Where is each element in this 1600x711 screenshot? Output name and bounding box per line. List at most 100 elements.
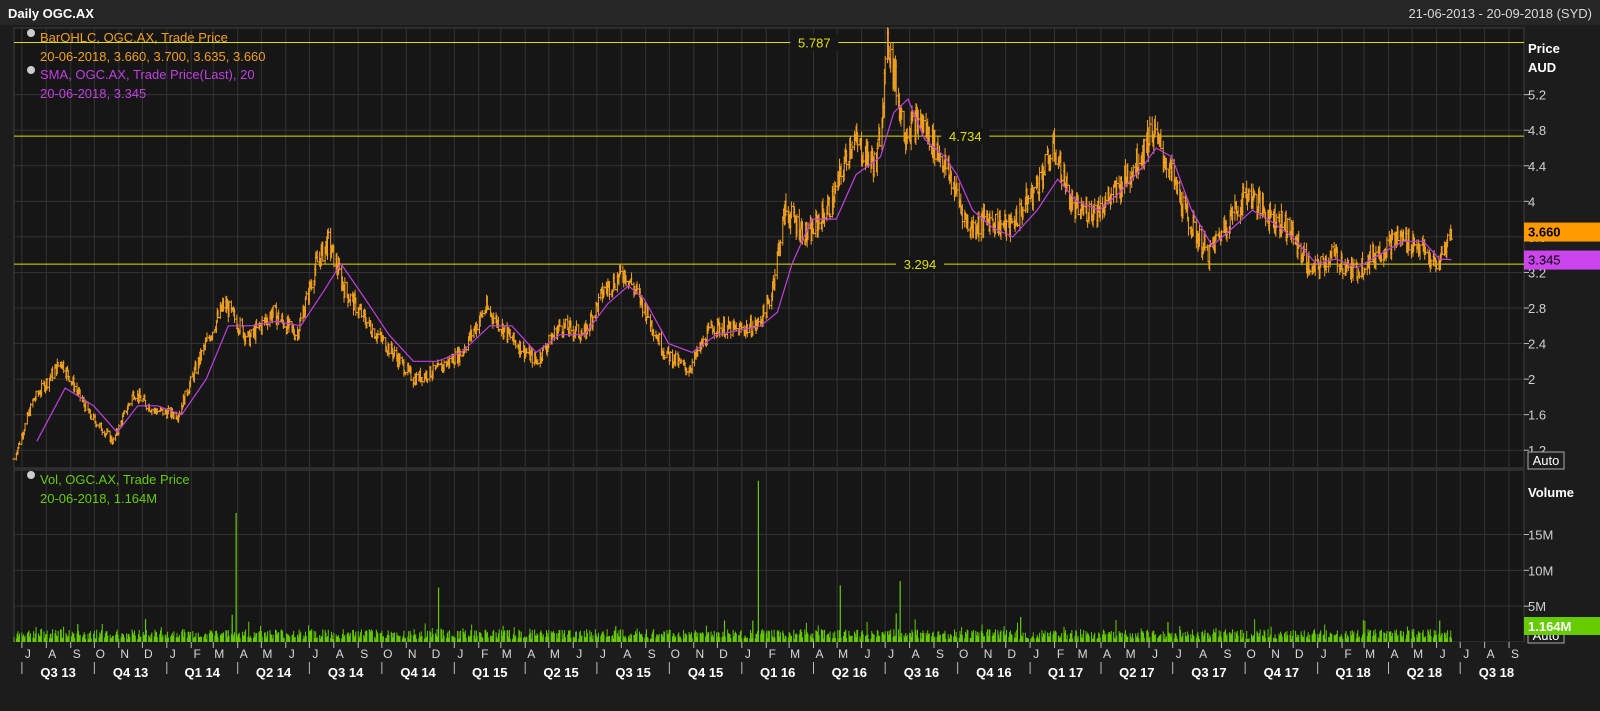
month-label: N xyxy=(984,647,993,661)
legend-ohlc-values: 20-06-2018, 3.660, 3.700, 3.635, 3.660 xyxy=(40,49,266,64)
volume-axis-title: Volume xyxy=(1528,485,1574,500)
month-label: J xyxy=(170,647,176,661)
month-label: A xyxy=(912,647,920,661)
time-axis: JASONDJFMAMJJASONDJFMAMJJASONDJFMAMJJASO… xyxy=(0,642,1600,706)
quarter-label: Q3 17 xyxy=(1191,665,1226,680)
price-axis-title: Price xyxy=(1528,41,1560,56)
month-label: J xyxy=(888,647,894,661)
month-label: N xyxy=(695,647,704,661)
chart-window: Daily OGC.AX 21-06-2013 - 20-09-2018 (SY… xyxy=(0,0,1600,706)
month-label: F xyxy=(1344,647,1351,661)
month-label: M xyxy=(790,647,800,661)
month-label: A xyxy=(1487,647,1495,661)
month-label: J xyxy=(576,647,582,661)
month-label: F xyxy=(1057,647,1064,661)
month-label: O xyxy=(1246,647,1255,661)
quarter-label: Q3 14 xyxy=(328,665,364,680)
month-label: J xyxy=(25,647,31,661)
price-axis-unit: AUD xyxy=(1528,60,1556,75)
month-label: M xyxy=(1413,647,1423,661)
month-label: O xyxy=(383,647,392,661)
quarter-label: Q1 17 xyxy=(1048,665,1083,680)
price-auto-label: Auto xyxy=(1533,453,1560,468)
month-label: D xyxy=(719,647,728,661)
month-label: A xyxy=(336,647,344,661)
ohlc-chart: Daily OGC.AX 21-06-2013 - 20-09-2018 (SY… xyxy=(0,0,1600,706)
last-price-label: 3.660 xyxy=(1528,225,1561,240)
month-label: S xyxy=(936,647,944,661)
month-label: M xyxy=(838,647,848,661)
volume-tick-label: 15M xyxy=(1528,528,1553,543)
price-tick-label: 2.8 xyxy=(1528,301,1546,316)
month-label: M xyxy=(502,647,512,661)
price-tick-label: 4.4 xyxy=(1528,159,1546,174)
month-label: M xyxy=(214,647,224,661)
month-label: J xyxy=(1176,647,1182,661)
quarter-label: Q2 18 xyxy=(1407,665,1442,680)
month-label: A xyxy=(1103,647,1111,661)
legend-sma-values: 20-06-2018, 3.345 xyxy=(40,86,146,101)
legend-ohlc-name: BarOHLC, OGC.AX, Trade Price xyxy=(40,30,228,45)
month-label: M xyxy=(1078,647,1088,661)
month-label: J xyxy=(289,647,295,661)
quarter-label: Q4 14 xyxy=(400,665,436,680)
month-label: N xyxy=(1271,647,1280,661)
month-label: M xyxy=(1126,647,1136,661)
legend-vol-name: Vol, OGC.AX, Trade Price xyxy=(40,472,190,487)
month-label: D xyxy=(144,647,153,661)
quarter-label: Q2 17 xyxy=(1119,665,1154,680)
month-label: J xyxy=(1152,647,1158,661)
price-tick-label: 1.6 xyxy=(1528,408,1546,423)
price-tick-label: 2 xyxy=(1528,372,1535,387)
month-label: A xyxy=(240,647,248,661)
month-label: J xyxy=(1463,647,1469,661)
quarter-label: Q4 13 xyxy=(113,665,148,680)
legend-ohlc-icon[interactable] xyxy=(27,29,35,37)
quarter-label: Q2 16 xyxy=(832,665,867,680)
volume-tick-label: 5M xyxy=(1528,599,1546,614)
month-label: M xyxy=(550,647,560,661)
quarter-label: Q3 18 xyxy=(1479,665,1514,680)
month-label: S xyxy=(360,647,368,661)
month-label: J xyxy=(1033,647,1039,661)
legend-sma-icon[interactable] xyxy=(27,66,35,74)
quarter-label: Q1 18 xyxy=(1335,665,1370,680)
price-tick-label: 4 xyxy=(1528,194,1535,209)
quarter-label: Q2 15 xyxy=(543,665,578,680)
month-label: O xyxy=(671,647,680,661)
month-label: F xyxy=(769,647,776,661)
month-label: M xyxy=(1365,647,1375,661)
month-label: J xyxy=(312,647,318,661)
month-label: D xyxy=(1295,647,1304,661)
quarter-label: Q1 14 xyxy=(185,665,221,680)
price-tick-label: 2.4 xyxy=(1528,337,1546,352)
quarter-label: Q3 13 xyxy=(40,665,75,680)
price-tick-label: 5.2 xyxy=(1528,88,1546,103)
month-label: N xyxy=(408,647,417,661)
month-label: A xyxy=(48,647,56,661)
quarter-label: Q3 15 xyxy=(615,665,650,680)
month-label: O xyxy=(959,647,968,661)
month-label: F xyxy=(194,647,201,661)
legend-sma-name: SMA, OGC.AX, Trade Price(Last), 20 xyxy=(40,67,255,82)
month-label: J xyxy=(1440,647,1446,661)
legend-vol-values: 20-06-2018, 1.164M xyxy=(40,491,157,506)
month-label: D xyxy=(1007,647,1016,661)
month-label: J xyxy=(457,647,463,661)
month-label: S xyxy=(73,647,81,661)
last-volume-label: 1.164M xyxy=(1528,619,1571,634)
month-label: A xyxy=(1391,647,1399,661)
month-label: S xyxy=(1224,647,1232,661)
month-label: M xyxy=(262,647,272,661)
hline-label: 5.787 xyxy=(798,35,831,50)
hline-label: 4.734 xyxy=(949,129,982,144)
quarter-label: Q4 15 xyxy=(688,665,723,680)
legend-vol-icon[interactable] xyxy=(27,471,35,479)
month-label: F xyxy=(481,647,488,661)
month-label: A xyxy=(623,647,631,661)
quarter-label: Q1 15 xyxy=(472,665,507,680)
hline-label: 3.294 xyxy=(904,257,937,272)
month-label: A xyxy=(1199,647,1207,661)
last-sma-label: 3.345 xyxy=(1528,253,1561,268)
quarter-label: Q3 16 xyxy=(904,665,939,680)
